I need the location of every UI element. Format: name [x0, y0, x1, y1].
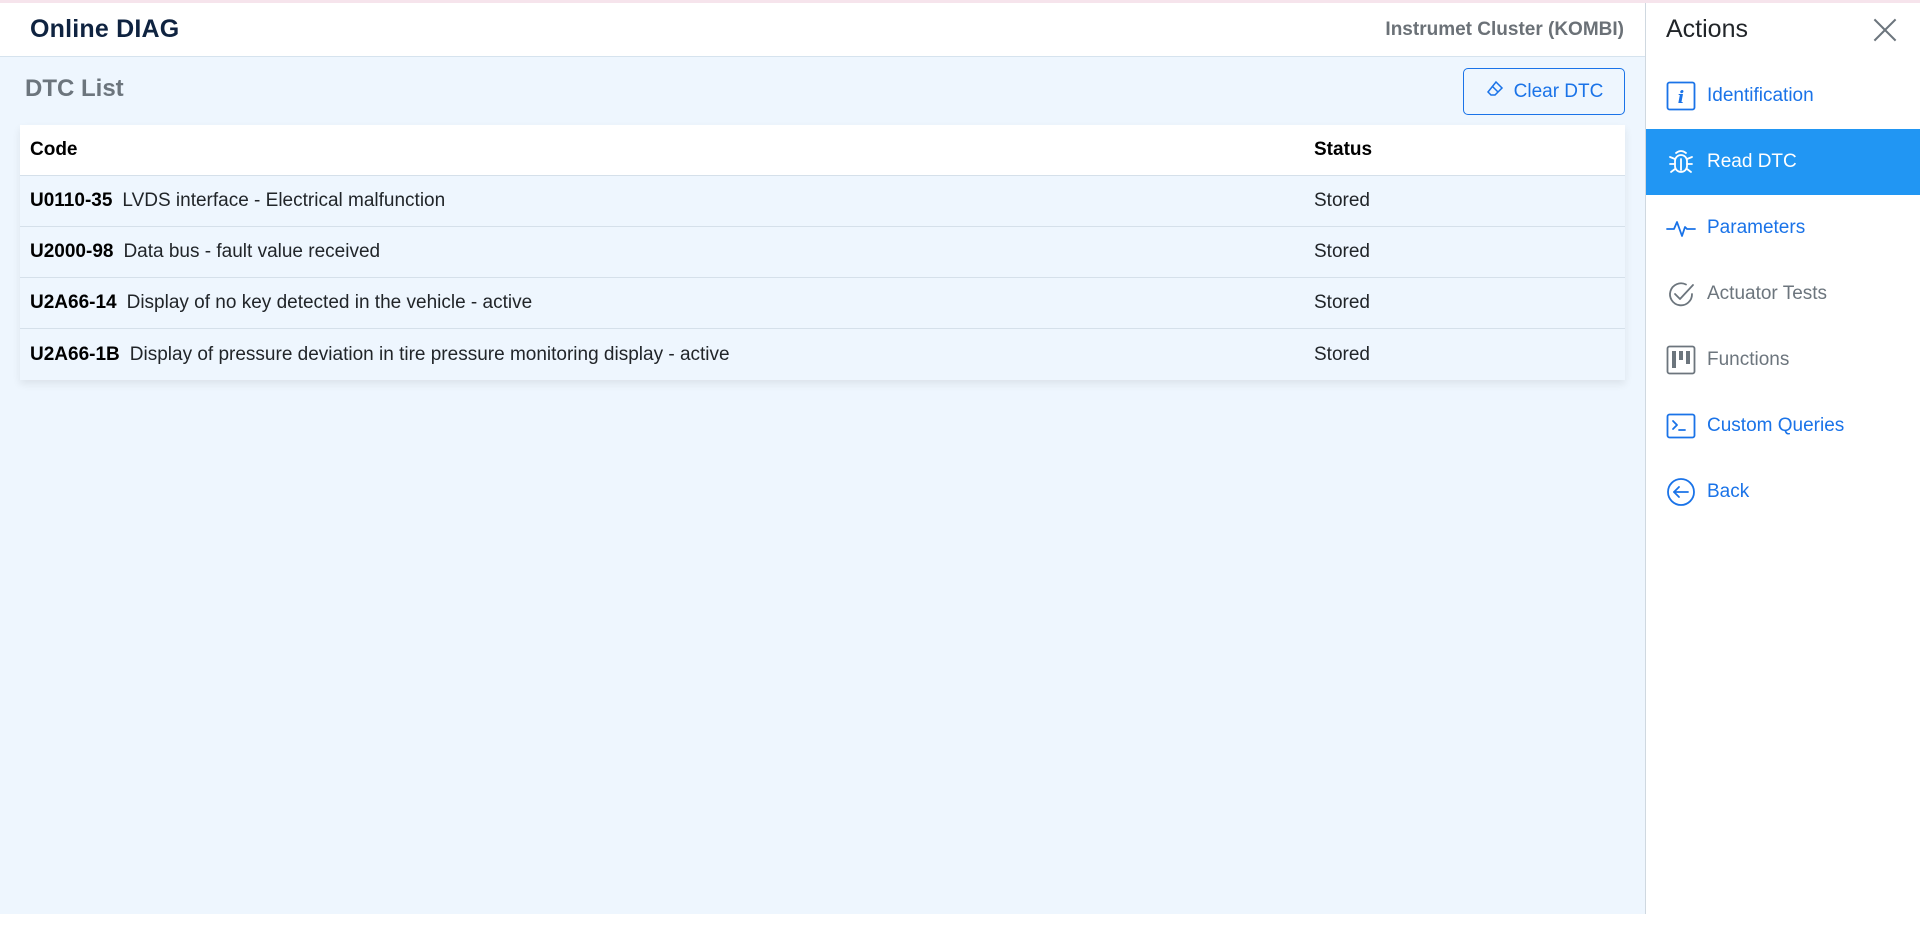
sidebar-title: Actions [1666, 15, 1748, 43]
sidebar-item-read-dtc[interactable]: Read DTC [1646, 129, 1920, 195]
info-icon: i [1666, 81, 1696, 111]
dtc-code-cell: U0110-35 LVDS interface - Electrical malf… [20, 190, 1314, 212]
sidebar-item-label: Actuator Tests [1707, 283, 1828, 304]
sidebar-item-label: Custom Queries [1707, 415, 1845, 436]
dtc-status: Stored [1314, 241, 1370, 262]
module-name: Instrumet Cluster (KOMBI) [1385, 19, 1624, 40]
dtc-status: Stored [1314, 292, 1370, 313]
sidebar-item-back[interactable]: Back [1646, 459, 1920, 525]
sidebar-item-label: Back [1707, 481, 1750, 502]
sidebar-item-label: Read DTC [1707, 151, 1797, 172]
table-header: Code Status [20, 125, 1625, 176]
dtc-description: Data bus - fault value received [123, 241, 381, 262]
table-row[interactable]: U2000-98 Data bus - fault value received … [20, 227, 1625, 278]
actions-menu: i Identification Read DTC Parameters Act… [1646, 63, 1920, 525]
column-header-status: Status [1314, 139, 1373, 160]
sidebar-item-label: Parameters [1707, 217, 1806, 238]
app-brand[interactable]: Online DIAG [30, 15, 179, 44]
dtc-code: U2A66-14 [30, 292, 117, 313]
sidebar-item-label: Functions [1707, 349, 1790, 370]
table-row[interactable]: U0110-35 LVDS interface - Electrical malf… [20, 176, 1625, 227]
table-row[interactable]: U2A66-1B Display of pressure deviation in… [20, 329, 1625, 380]
dtc-code-cell: U2000-98 Data bus - fault value received [20, 241, 1314, 263]
bug-icon [1666, 147, 1696, 177]
pulse-icon [1666, 213, 1696, 243]
close-icon[interactable] [1870, 15, 1900, 45]
main-content: Online DIAG Instrumet Cluster (KOMBI) DT… [0, 3, 1645, 914]
actions-sidebar: Actions i Identification Read DTC Parame… [1645, 3, 1920, 914]
kanban-icon [1666, 345, 1696, 375]
page-title: DTC List [25, 75, 124, 102]
page-bottom-area [0, 914, 1920, 942]
dtc-status: Stored [1314, 190, 1370, 211]
dtc-description: Display of pressure deviation in tire pr… [129, 343, 730, 365]
eraser-icon [1485, 79, 1505, 105]
sidebar-item-label: Identification [1707, 85, 1814, 106]
sidebar-item-custom-queries[interactable]: Custom Queries [1646, 393, 1920, 459]
dtc-table: Code Status U0110-35 LVDS interface - Ele… [20, 125, 1625, 380]
dtc-code: U0110-35 [30, 190, 113, 211]
table-row[interactable]: U2A66-14 Display of no key detected in th… [20, 278, 1625, 329]
arrow-left-circle-icon [1666, 477, 1696, 507]
terminal-icon [1666, 411, 1696, 441]
dtc-code: U2000-98 [30, 241, 114, 262]
dtc-code-cell: U2A66-14 Display of no key detected in th… [20, 292, 1314, 314]
sidebar-item-actuator-tests[interactable]: Actuator Tests [1646, 261, 1920, 327]
sidebar-item-identification[interactable]: i Identification [1646, 63, 1920, 129]
dtc-description: LVDS interface - Electrical malfunction [122, 190, 446, 211]
sidebar-item-functions[interactable]: Functions [1646, 327, 1920, 393]
dtc-status: Stored [1314, 343, 1370, 365]
column-header-code: Code [30, 139, 78, 160]
sidebar-item-parameters[interactable]: Parameters [1646, 195, 1920, 261]
check-circle-icon [1666, 279, 1696, 309]
dtc-code-cell: U2A66-1B Display of pressure deviation in… [20, 344, 1314, 366]
dtc-description: Display of no key detected in the vehicl… [126, 292, 533, 313]
clear-dtc-label: Clear DTC [1513, 80, 1604, 102]
svg-text:i: i [1678, 88, 1684, 108]
top-navbar: Online DIAG Instrumet Cluster (KOMBI) [0, 3, 1645, 57]
clear-dtc-button[interactable]: Clear DTC [1463, 68, 1625, 115]
dtc-code: U2A66-1B [30, 343, 120, 365]
